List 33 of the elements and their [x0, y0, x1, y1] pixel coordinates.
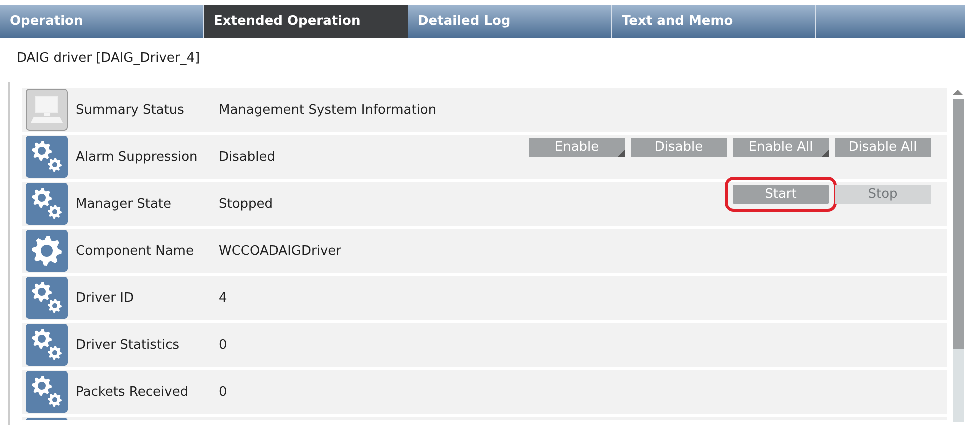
gears-icon [26, 324, 68, 366]
property-label: Packets Received [76, 384, 190, 400]
property-value: 0 [219, 338, 228, 352]
gears-icon [26, 277, 68, 319]
property-label: Manager State [76, 196, 173, 212]
driver-title: DAIG driver [DAIG_Driver_4] [16, 50, 202, 68]
scrollbar[interactable] [951, 88, 965, 425]
property-label: Component Name [76, 244, 195, 258]
action-button[interactable]: Enable [529, 138, 625, 157]
action-button[interactable]: Enable All [733, 138, 829, 157]
property-value: WCCOADAIGDriver [219, 244, 342, 258]
corner-triangle-icon [822, 150, 829, 157]
corner-triangle-icon [618, 150, 625, 157]
tab[interactable]: Detailed Log [408, 5, 612, 38]
tab[interactable]: Extended Operation [204, 5, 408, 38]
property-value: Stopped [219, 196, 274, 212]
action-button[interactable]: Disable [631, 138, 727, 157]
action-button[interactable]: Start [733, 185, 829, 204]
property-label: Summary Status [76, 102, 186, 118]
property-label: Alarm Suppression [76, 150, 199, 164]
property-value: Disabled [219, 150, 276, 164]
action-button[interactable]: Disable All [835, 138, 931, 157]
property-value: Management System Information [219, 102, 438, 118]
gears-icon [26, 183, 68, 225]
property-value: 4 [219, 290, 228, 306]
property-value: 0 [219, 384, 228, 400]
gears-icon [26, 136, 68, 178]
property-label: Driver Statistics [76, 338, 181, 352]
property-label: Driver ID [76, 290, 135, 306]
gear-icon [26, 230, 68, 272]
gears-icon [26, 371, 68, 413]
tab[interactable]: Text and Memo [612, 5, 816, 38]
scroll-up-icon[interactable] [952, 88, 964, 96]
